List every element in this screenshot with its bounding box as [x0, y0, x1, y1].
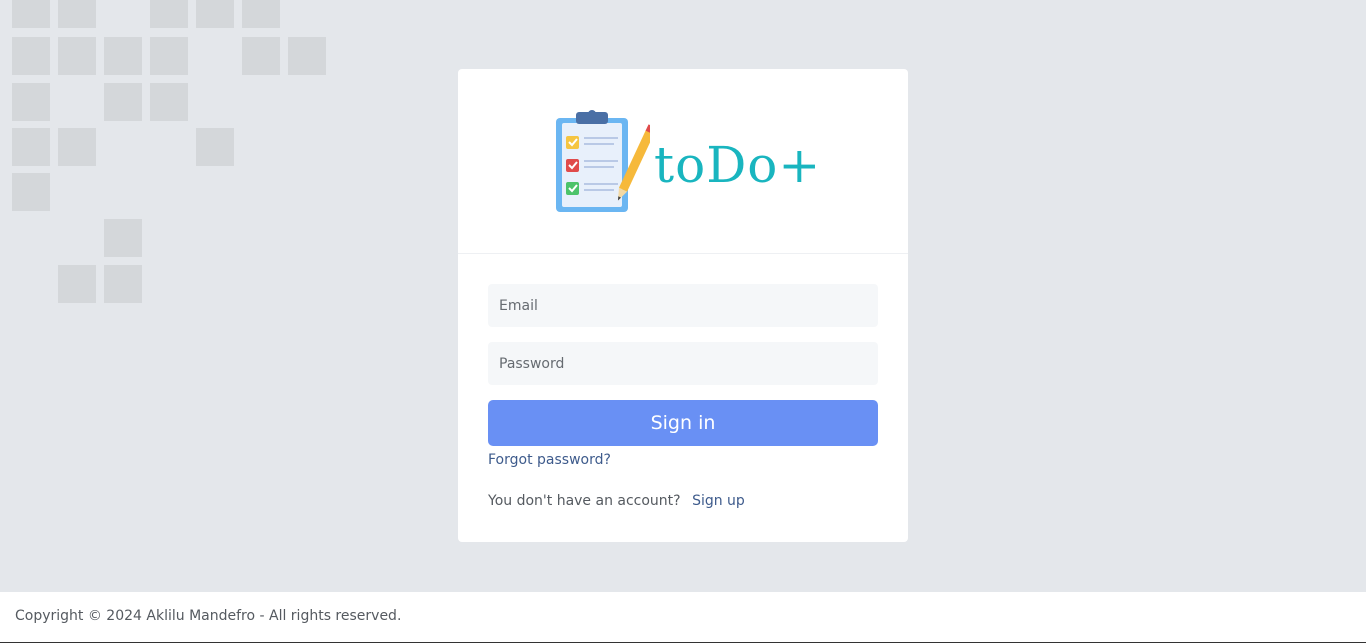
password-input[interactable] — [488, 342, 878, 385]
forgot-password-link[interactable]: Forgot password? — [488, 452, 611, 468]
background-pattern — [0, 0, 340, 310]
signup-prompt: You don't have an account? Sign up — [488, 493, 745, 509]
sign-up-link[interactable]: Sign up — [692, 493, 745, 509]
brand-name: toDo+ — [654, 135, 822, 194]
email-input[interactable] — [488, 284, 878, 327]
card-header: toDo+ — [458, 69, 908, 254]
footer: Copyright © 2024 Aklilu Mandefro - All r… — [0, 592, 1366, 643]
login-card: toDo+ Sign in Forgot password? You don't… — [458, 69, 908, 542]
sign-in-button[interactable]: Sign in — [488, 400, 878, 446]
brand-logo: toDo+ — [554, 109, 822, 214]
copyright-text: Copyright © 2024 Aklilu Mandefro - All r… — [15, 608, 402, 624]
no-account-text: You don't have an account? — [488, 493, 681, 509]
clipboard-checklist-pencil-icon — [556, 109, 650, 212]
